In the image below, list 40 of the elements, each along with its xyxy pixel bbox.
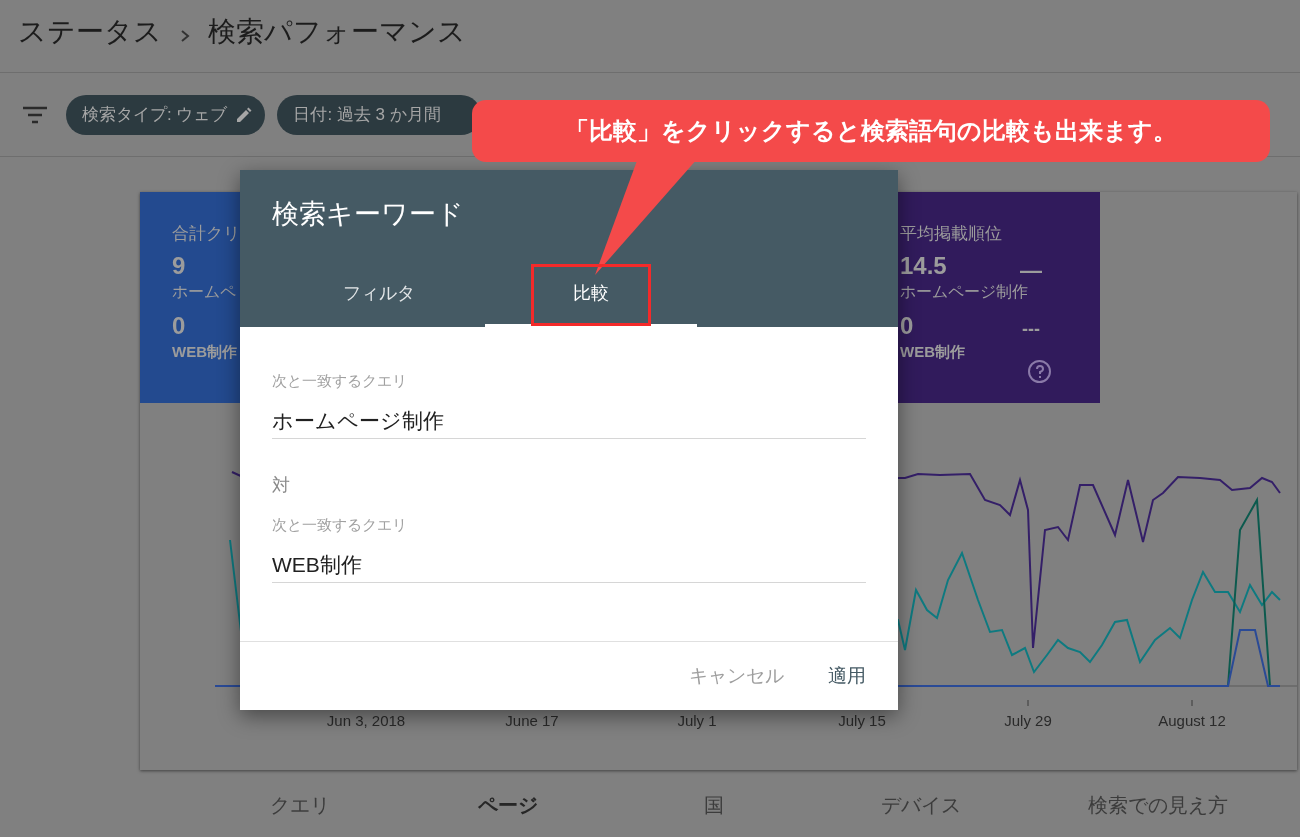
report-tab[interactable]: 検索での見え方 [1088,790,1228,820]
metric-label: ホームペ [172,282,236,302]
axis-tick [1027,699,1029,707]
metric-value: 0 [900,311,914,341]
report-tab[interactable]: デバイス [881,790,961,820]
dialog-title: 検索キーワード [272,198,464,231]
axis-label: Jun 3, 2018 [326,712,406,729]
breadcrumb-item[interactable]: ステータス [18,11,162,61]
query-field[interactable]: WEB制作 [272,547,866,583]
metric-value: 14.5 [900,251,947,281]
legend-solid-mark: — [1020,257,1042,284]
metric-label: WEB制作 [900,342,965,362]
metric-label: ホームページ制作 [900,282,1028,302]
axis-label: June 17 [505,712,559,729]
cancel-button[interactable]: キャンセル [689,661,784,691]
metric-value: 9 [172,251,186,281]
legend-dashed-mark: --- [1022,318,1040,341]
axis-label: August 12 [1158,712,1226,729]
breadcrumb-item: 検索パフォーマンス [208,15,466,49]
metric-title: 合計クリ [172,223,240,245]
pencil-icon [235,105,254,124]
dialog-tab[interactable]: フィルタ [273,262,485,327]
report-tab[interactable]: ページ [478,790,538,820]
apply-button[interactable]: 適用 [828,661,866,691]
versus-label: 対 [272,474,291,497]
query-field[interactable]: ホームページ制作 [272,403,866,439]
report-tab[interactable]: クエリ [270,790,330,820]
report-tab[interactable]: 国 [704,790,724,820]
metric-title: 平均掲載順位 [900,223,1002,245]
axis-tick [1191,699,1193,707]
help-icon[interactable] [1028,360,1051,383]
axis-label: July 15 [838,712,886,729]
axis-label: July 29 [1004,712,1052,729]
metric-value: 0 [172,311,186,341]
metric-label: WEB制作 [172,342,237,362]
axis-label: July 1 [677,712,717,729]
filter-chip[interactable]: 検索タイプ: ウェブ [66,94,266,135]
filter-icon[interactable] [22,105,48,124]
field-label: 次と一致するクエリ [272,515,408,535]
field-label: 次と一致するクエリ [272,371,408,391]
